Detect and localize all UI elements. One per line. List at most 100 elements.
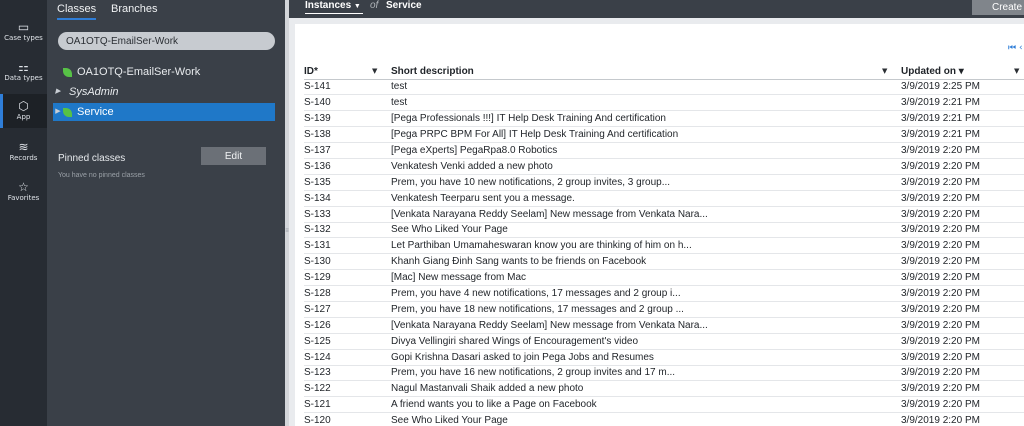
cell-short-description: [Pega PRPC BPM For All] IT Help Desk Tra…	[391, 126, 901, 144]
cell-short-description: Divya Vellingiri shared Wings of Encoura…	[391, 333, 901, 350]
rail-records[interactable]: ≋ Records	[0, 140, 47, 176]
cell-id[interactable]: S-129	[304, 269, 391, 287]
table-row[interactable]: S-135 Prem, you have 10 new notifications…	[304, 174, 1024, 191]
cell-id[interactable]: S-137	[304, 142, 391, 159]
panel-splitter[interactable]	[285, 0, 289, 426]
table-row[interactable]: S-132 See Who Liked Your Page 3/9/2019 2:2…	[304, 222, 1024, 239]
cell-updated-on: 3/9/2019 2:20 PM	[901, 349, 1024, 366]
cell-id[interactable]: S-135	[304, 174, 391, 191]
rail-favorites[interactable]: ☆ Favorites	[0, 180, 47, 216]
explorer-tabs: Classes Branches	[47, 0, 285, 22]
cell-id[interactable]: S-131	[304, 237, 391, 255]
column-header-label: Short description	[391, 66, 474, 78]
table-row[interactable]: S-127 Prem, you have 18 new notifications…	[304, 301, 1024, 318]
cell-id[interactable]: S-128	[304, 285, 391, 302]
filter-icon[interactable]: ▼	[1014, 67, 1019, 75]
tree-item-root-class[interactable]: OA1OTQ-EmailSer-Work	[53, 63, 275, 81]
cell-updated-on: 3/9/2019 2:20 PM	[901, 142, 1024, 159]
favorites-icon: ☆	[18, 180, 29, 194]
cell-id[interactable]: S-121	[304, 396, 391, 414]
instances-dropdown[interactable]: Instances ▼	[305, 0, 363, 14]
caret-right-icon[interactable]: ▶	[53, 103, 63, 121]
first-page-icon[interactable]: ⏮ ‹	[1008, 43, 1023, 53]
filter-icon[interactable]: ▼	[882, 67, 887, 75]
cell-id[interactable]: S-125	[304, 333, 391, 350]
create-button[interactable]: Create	[972, 0, 1024, 15]
tree-item-sysadmin[interactable]: ▶ SysAdmin	[53, 83, 275, 101]
cell-updated-on: 3/9/2019 2:20 PM	[901, 365, 1024, 382]
cell-short-description: [Pega eXperts] PegaRpa8.0 Robotics	[391, 142, 901, 159]
column-header-updated-on[interactable]: Updated on ▾ ▼	[901, 65, 1024, 80]
cell-short-description: Nagul Mastanvali Shaik added a new photo	[391, 380, 901, 398]
rail-case-types[interactable]: ▭ Case types	[0, 20, 47, 56]
cell-updated-on: 3/9/2019 2:20 PM	[901, 237, 1024, 255]
rail-app[interactable]: ⬡ App	[0, 94, 47, 128]
data-types-icon: ⚏	[18, 60, 29, 74]
cell-id[interactable]: S-138	[304, 126, 391, 144]
cell-short-description: Prem, you have 18 new notifications, 17 …	[391, 301, 901, 318]
cell-id[interactable]: S-132	[304, 222, 391, 239]
splitter-grip-icon[interactable]: ≡	[285, 228, 289, 234]
column-header-id[interactable]: ID* ▼	[304, 65, 391, 80]
table-row[interactable]: S-130 Khanh Giang Đinh Sang wants to be f…	[304, 253, 1024, 271]
table-row[interactable]: S-141 test 3/9/2019 2:25 PM	[304, 79, 1024, 96]
rail-label: Records	[9, 154, 38, 162]
cell-id[interactable]: S-124	[304, 349, 391, 366]
table-row[interactable]: S-134 Venkatesh Teerparu sent you a messa…	[304, 190, 1024, 207]
cell-id[interactable]: S-140	[304, 94, 391, 112]
cell-short-description: test	[391, 94, 901, 112]
cell-id[interactable]: S-139	[304, 110, 391, 128]
cell-updated-on: 3/9/2019 2:20 PM	[901, 285, 1024, 302]
table-row[interactable]: S-125 Divya Vellingiri shared Wings of En…	[304, 333, 1024, 350]
cell-updated-on: 3/9/2019 2:20 PM	[901, 269, 1024, 287]
cell-short-description: [Mac] New message from Mac	[391, 269, 901, 287]
rail-data-types[interactable]: ⚏ Data types	[0, 60, 47, 96]
class-search-input[interactable]	[58, 32, 275, 50]
records-icon: ≋	[18, 140, 29, 154]
app-explorer-panel: Classes Branches OA1OTQ-EmailSer-Work ▶ S…	[47, 0, 285, 426]
table-row[interactable]: S-128 Prem, you have 4 new notifications,…	[304, 285, 1024, 302]
cell-id[interactable]: S-126	[304, 317, 391, 334]
table-row[interactable]: S-126 [Venkata Narayana Reddy Seelam] New…	[304, 317, 1024, 334]
table-row[interactable]: S-120 See Who Liked Your Page 3/9/2019 2:2…	[304, 412, 1024, 426]
filter-icon[interactable]: ▼	[372, 67, 377, 75]
cell-short-description: test	[391, 79, 901, 96]
table-row[interactable]: S-121 A friend wants you to like a Page o…	[304, 396, 1024, 414]
edit-pinned-button[interactable]: Edit	[201, 147, 266, 165]
caret-right-icon[interactable]: ▶	[53, 83, 63, 101]
rail-label: Case types	[4, 34, 43, 42]
table-row[interactable]: S-131 Let Parthiban Umamaheswaran know yo…	[304, 237, 1024, 255]
cell-id[interactable]: S-136	[304, 158, 391, 175]
table-row[interactable]: S-139 [Pega Professionals !!!] IT Help De…	[304, 110, 1024, 128]
cell-updated-on: 3/9/2019 2:21 PM	[901, 126, 1024, 144]
cell-id[interactable]: S-141	[304, 79, 391, 96]
table-row[interactable]: S-123 Prem, you have 16 new notifications…	[304, 365, 1024, 382]
header-bar: Instances ▼ of Service Create	[289, 0, 1024, 18]
table-row[interactable]: S-137 [Pega eXperts] PegaRpa8.0 Robotics 3…	[304, 142, 1024, 159]
cell-id[interactable]: S-120	[304, 412, 391, 426]
cell-id[interactable]: S-123	[304, 365, 391, 382]
column-header-short-description[interactable]: Short description ▼	[391, 65, 901, 80]
cell-id[interactable]: S-134	[304, 190, 391, 207]
column-header-label: Updated on ▾	[901, 66, 964, 78]
tab-branches[interactable]: Branches	[111, 3, 157, 20]
table-row[interactable]: S-140 test 3/9/2019 2:21 PM	[304, 94, 1024, 112]
cell-id[interactable]: S-133	[304, 206, 391, 223]
cell-id[interactable]: S-122	[304, 380, 391, 398]
rail-label: Data types	[4, 74, 43, 82]
cell-id[interactable]: S-127	[304, 301, 391, 318]
table-row[interactable]: S-136 Venkatesh Venki added a new photo 3/…	[304, 158, 1024, 175]
table-row[interactable]: S-124 Gopi Krishna Dasari asked to join P…	[304, 349, 1024, 366]
cell-short-description: Let Parthiban Umamaheswaran know you are…	[391, 237, 901, 255]
tree-item-service[interactable]: ▶ Service	[53, 103, 275, 121]
table-row[interactable]: S-138 [Pega PRPC BPM For All] IT Help Des…	[304, 126, 1024, 144]
tab-classes[interactable]: Classes	[57, 3, 97, 20]
cell-id[interactable]: S-130	[304, 253, 391, 271]
cell-short-description: [Pega Professionals !!!] IT Help Desk Tr…	[391, 110, 901, 128]
cell-updated-on: 3/9/2019 2:21 PM	[901, 110, 1024, 128]
cell-short-description: See Who Liked Your Page	[391, 412, 901, 426]
table-row[interactable]: S-133 [Venkata Narayana Reddy Seelam] New…	[304, 206, 1024, 223]
table-row[interactable]: S-122 Nagul Mastanvali Shaik added a new …	[304, 380, 1024, 398]
table-row[interactable]: S-129 [Mac] New message from Mac 3/9/2019 …	[304, 269, 1024, 287]
of-label: of	[370, 0, 379, 11]
